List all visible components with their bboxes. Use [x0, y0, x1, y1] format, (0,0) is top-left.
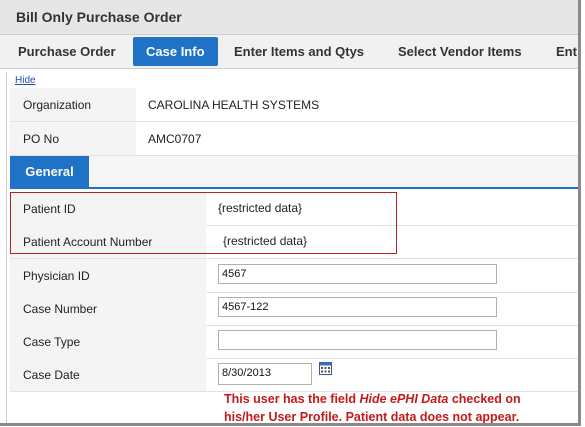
tab-general[interactable]: General: [10, 156, 89, 187]
case-number-row: Case Number 4567-122: [10, 292, 578, 326]
annotation-line-2: his/her User Profile. Patient data does …: [224, 410, 520, 424]
annotation-note: This user has the field Hide ePHI Data c…: [224, 390, 578, 424]
case-date-label: Case Date: [23, 368, 80, 382]
po-no-row: PO No AMC0707: [10, 122, 578, 156]
case-date-input[interactable]: 8/30/2013: [218, 363, 312, 385]
case-date-row: Case Date 8/30/2013: [10, 358, 578, 392]
tab-purchase-order[interactable]: Purchase Order: [18, 37, 116, 66]
tab-select-vendor-items[interactable]: Select Vendor Items: [398, 37, 522, 66]
tab-enter-items-and-qtys[interactable]: Enter Items and Qtys: [234, 37, 364, 66]
hide-link[interactable]: Hide: [15, 75, 36, 86]
restricted-highlight-box: [10, 192, 397, 254]
window-title: Bill Only Purchase Order: [16, 9, 182, 25]
physician-id-input[interactable]: 4567: [218, 264, 497, 284]
annotation-line-1: This user has the field Hide ePHI Data c…: [224, 392, 521, 406]
calendar-icon[interactable]: [319, 362, 332, 375]
tab-bar: Purchase Order Case Info Enter Items and…: [0, 35, 578, 69]
case-number-label: Case Number: [23, 302, 98, 316]
tab-ent[interactable]: Ent: [556, 37, 577, 66]
physician-id-label: Physician ID: [23, 269, 90, 283]
case-number-input[interactable]: 4567-122: [218, 297, 497, 317]
po-no-label: PO No: [23, 132, 60, 146]
organization-value: CAROLINA HEALTH SYSTEMS: [148, 98, 320, 112]
title-bar: Bill Only Purchase Order: [0, 0, 578, 35]
tab-case-info[interactable]: Case Info: [133, 37, 218, 66]
organization-row: Organization CAROLINA HEALTH SYSTEMS: [10, 88, 578, 122]
case-type-row: Case Type: [10, 325, 578, 359]
section-tab-bar: General: [10, 156, 578, 189]
organization-label: Organization: [23, 98, 92, 112]
case-info-panel: Hide Organization CAROLINA HEALTH SYSTEM…: [6, 72, 578, 423]
window: Bill Only Purchase Order Purchase Order …: [0, 0, 581, 426]
po-no-value: AMC0707: [148, 132, 202, 146]
physician-id-row: Physician ID 4567: [10, 259, 578, 293]
case-type-input[interactable]: [218, 330, 497, 350]
case-type-label: Case Type: [23, 335, 81, 349]
